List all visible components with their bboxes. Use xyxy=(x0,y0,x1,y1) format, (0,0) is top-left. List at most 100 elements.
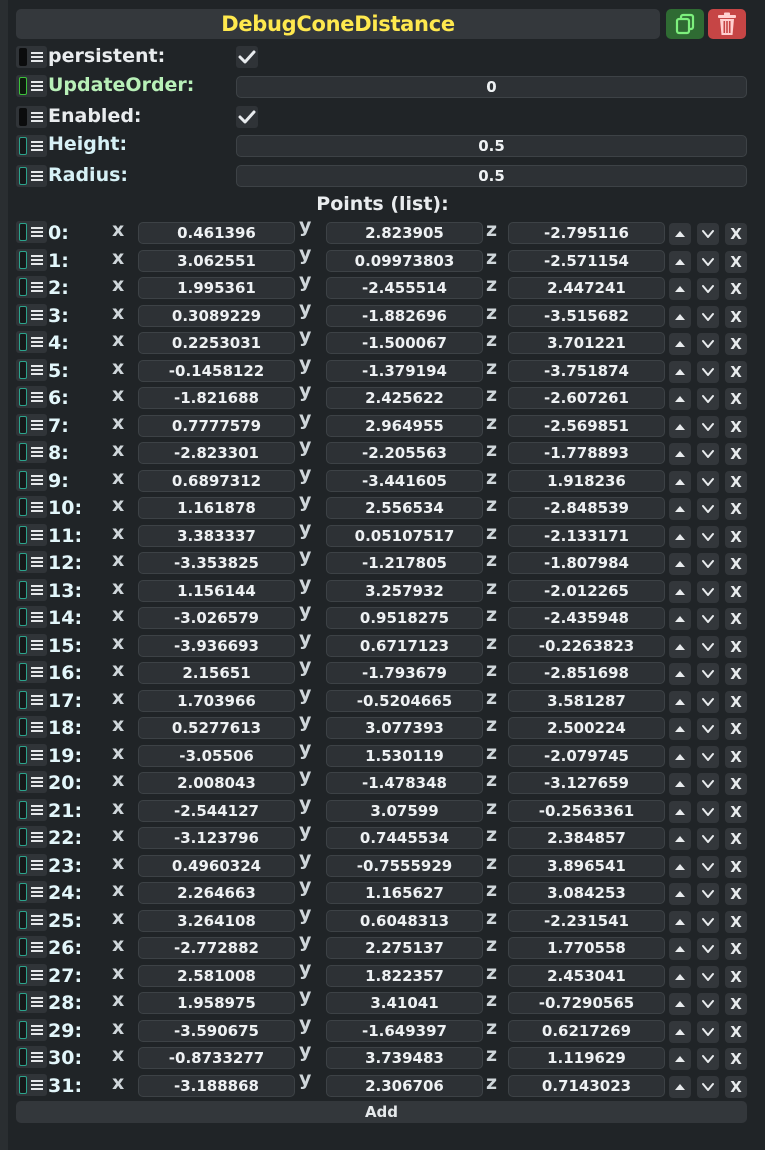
move-up-button[interactable] xyxy=(669,993,691,1015)
move-down-button[interactable] xyxy=(697,470,719,493)
point-z-field[interactable]: -2.607261 xyxy=(508,387,665,409)
point-z-field[interactable]: 1.770558 xyxy=(508,937,665,959)
move-down-button[interactable] xyxy=(697,993,719,1015)
drag-handle-icon[interactable] xyxy=(16,359,46,381)
point-x-field[interactable]: 2.15651 xyxy=(138,662,295,684)
point-y-field[interactable]: 0.6048313 xyxy=(326,909,483,932)
copy-button[interactable] xyxy=(666,9,704,39)
move-up-button[interactable] xyxy=(669,223,691,245)
point-x-field[interactable]: -3.936693 xyxy=(138,634,295,657)
move-up-button[interactable] xyxy=(669,938,691,960)
move-down-button[interactable] xyxy=(697,855,719,878)
remove-point-button[interactable]: X xyxy=(725,828,747,850)
add-point-button[interactable]: Add xyxy=(16,1101,747,1123)
remove-point-button[interactable]: X xyxy=(725,635,747,658)
point-z-field[interactable]: -2.012265 xyxy=(508,579,665,602)
point-y-field[interactable]: -2.205563 xyxy=(326,442,483,464)
drag-handle-icon[interactable] xyxy=(16,1046,46,1068)
move-down-button[interactable] xyxy=(697,938,719,960)
drag-handle-icon[interactable] xyxy=(16,304,46,326)
point-z-field[interactable]: 2.453041 xyxy=(508,964,665,987)
point-y-field[interactable]: 0.9518275 xyxy=(326,607,483,629)
move-down-button[interactable] xyxy=(697,580,719,603)
move-up-button[interactable] xyxy=(669,773,691,795)
remove-point-button[interactable]: X xyxy=(725,690,747,713)
point-z-field[interactable]: -2.571154 xyxy=(508,249,665,272)
move-down-button[interactable] xyxy=(697,498,719,520)
remove-point-button[interactable]: X xyxy=(725,1048,747,1070)
point-z-field[interactable]: -2.435948 xyxy=(508,607,665,629)
point-z-field[interactable]: -0.7290565 xyxy=(508,992,665,1014)
point-x-field[interactable]: 0.3089229 xyxy=(138,304,295,327)
point-z-field[interactable]: 2.384857 xyxy=(508,827,665,849)
point-z-field[interactable]: 3.701221 xyxy=(508,332,665,354)
remove-point-button[interactable]: X xyxy=(725,883,747,905)
move-up-button[interactable] xyxy=(669,1075,691,1098)
move-up-button[interactable] xyxy=(669,305,691,328)
remove-point-button[interactable]: X xyxy=(725,773,747,795)
point-z-field[interactable]: -2.079745 xyxy=(508,744,665,767)
move-up-button[interactable] xyxy=(669,415,691,438)
point-y-field[interactable]: 1.822357 xyxy=(326,964,483,987)
drag-handle-icon[interactable] xyxy=(16,661,46,683)
point-z-field[interactable]: 0.7143023 xyxy=(508,1074,665,1097)
point-z-field[interactable]: 3.896541 xyxy=(508,854,665,877)
point-x-field[interactable]: 2.264663 xyxy=(138,882,295,904)
move-down-button[interactable] xyxy=(697,415,719,438)
radius-field[interactable]: 0.5 xyxy=(236,165,747,187)
point-x-field[interactable]: 1.958975 xyxy=(138,992,295,1014)
move-up-button[interactable] xyxy=(669,690,691,713)
remove-point-button[interactable]: X xyxy=(725,553,747,575)
remove-point-button[interactable]: X xyxy=(725,388,747,410)
move-down-button[interactable] xyxy=(697,223,719,245)
drag-handle-icon[interactable] xyxy=(16,276,46,298)
move-up-button[interactable] xyxy=(669,553,691,575)
point-y-field[interactable]: 2.275137 xyxy=(326,937,483,959)
point-y-field[interactable]: 0.05107517 xyxy=(326,524,483,547)
remove-point-button[interactable]: X xyxy=(725,745,747,768)
point-z-field[interactable]: -2.851698 xyxy=(508,662,665,684)
move-up-button[interactable] xyxy=(669,855,691,878)
point-y-field[interactable]: -1.478348 xyxy=(326,772,483,794)
point-z-field[interactable]: 1.119629 xyxy=(508,1047,665,1069)
move-down-button[interactable] xyxy=(697,828,719,850)
move-down-button[interactable] xyxy=(697,388,719,410)
point-z-field[interactable]: -3.515682 xyxy=(508,304,665,327)
move-down-button[interactable] xyxy=(697,800,719,823)
point-y-field[interactable]: -1.882696 xyxy=(326,304,483,327)
remove-point-button[interactable]: X xyxy=(725,910,747,933)
enabled-checkbox[interactable] xyxy=(236,106,258,128)
move-down-button[interactable] xyxy=(697,690,719,713)
remove-point-button[interactable]: X xyxy=(725,855,747,878)
remove-point-button[interactable]: X xyxy=(725,498,747,520)
move-up-button[interactable] xyxy=(669,910,691,933)
move-down-button[interactable] xyxy=(697,663,719,685)
point-y-field[interactable]: -1.379194 xyxy=(326,359,483,382)
move-up-button[interactable] xyxy=(669,498,691,520)
update-order-field[interactable]: 0 xyxy=(236,76,747,98)
move-down-button[interactable] xyxy=(697,608,719,630)
move-up-button[interactable] xyxy=(669,388,691,410)
move-up-button[interactable] xyxy=(669,443,691,465)
point-x-field[interactable]: 1.156144 xyxy=(138,579,295,602)
point-x-field[interactable]: 0.461396 xyxy=(138,222,295,244)
point-y-field[interactable]: 0.6717123 xyxy=(326,634,483,657)
move-down-button[interactable] xyxy=(697,1048,719,1070)
drag-handle-icon[interactable] xyxy=(16,716,46,738)
point-x-field[interactable]: 1.703966 xyxy=(138,689,295,712)
move-up-button[interactable] xyxy=(669,525,691,548)
drag-handle-icon[interactable] xyxy=(16,606,46,628)
drag-handle-icon[interactable] xyxy=(16,909,46,931)
drag-handle-icon[interactable] xyxy=(16,46,46,68)
point-y-field[interactable]: 2.964955 xyxy=(326,414,483,437)
drag-handle-icon[interactable] xyxy=(16,331,46,353)
move-up-button[interactable] xyxy=(669,608,691,630)
point-y-field[interactable]: 3.739483 xyxy=(326,1047,483,1069)
drag-handle-icon[interactable] xyxy=(16,135,46,157)
remove-point-button[interactable]: X xyxy=(725,1075,747,1098)
move-down-button[interactable] xyxy=(697,553,719,575)
drag-handle-icon[interactable] xyxy=(16,496,46,518)
point-x-field[interactable]: 1.161878 xyxy=(138,497,295,519)
point-x-field[interactable]: -3.05506 xyxy=(138,744,295,767)
drag-handle-icon[interactable] xyxy=(16,991,46,1013)
